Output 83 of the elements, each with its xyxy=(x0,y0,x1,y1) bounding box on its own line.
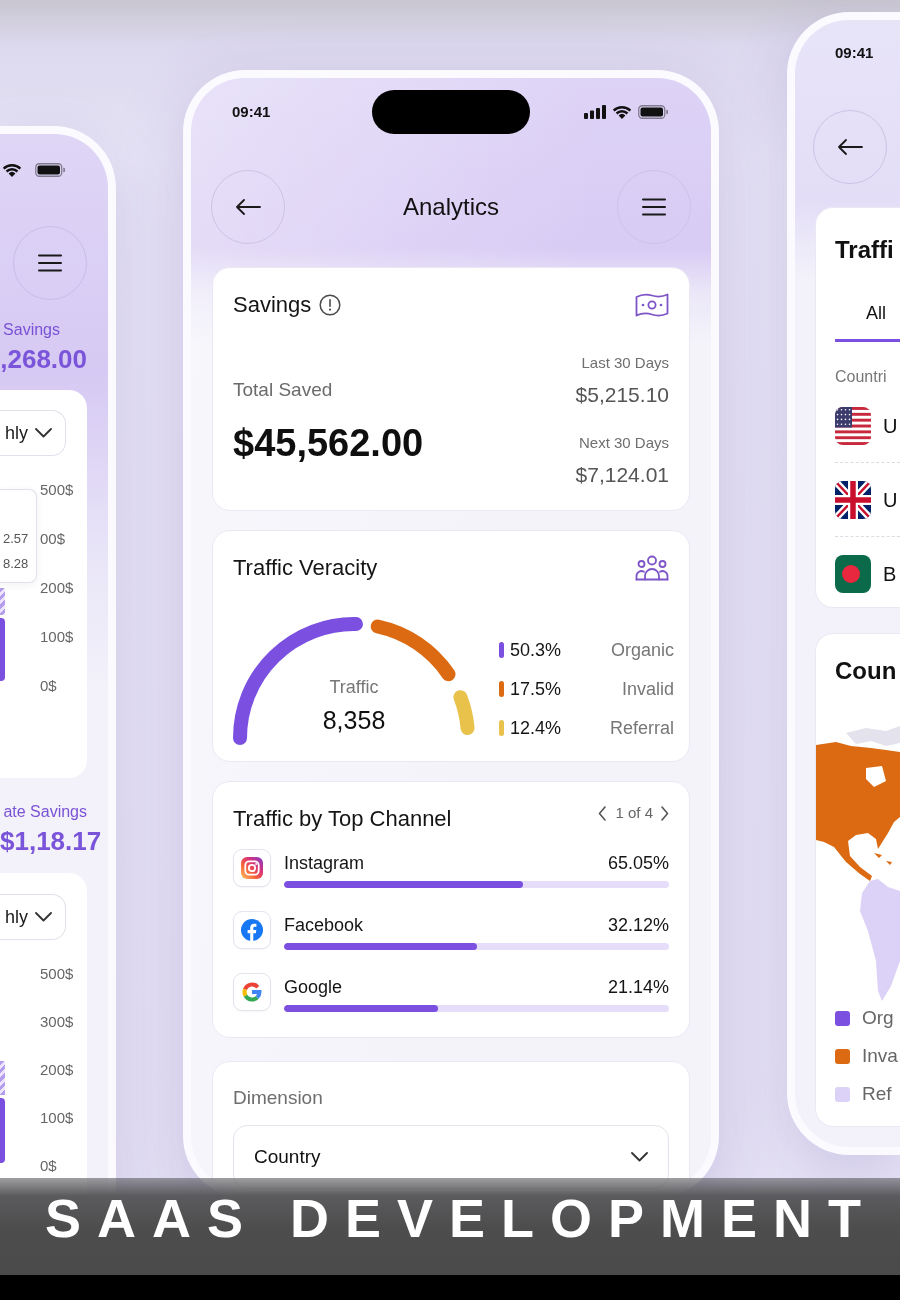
field-label: Dimension xyxy=(233,1086,324,1110)
axis-label: 100$ xyxy=(40,1109,74,1127)
legend-label: Organic xyxy=(610,639,674,662)
period-label: Last 30 Days xyxy=(581,353,669,373)
country-name: U xyxy=(883,414,898,439)
period-label: Next 30 Days xyxy=(578,433,669,453)
chevron-down-icon xyxy=(35,912,52,922)
period-amount: $7,124.01 xyxy=(575,462,669,488)
chart-bar xyxy=(0,618,5,681)
country-name: B xyxy=(883,562,897,587)
axis-label: 00$ xyxy=(40,530,66,548)
battery-icon xyxy=(638,105,668,119)
menu-icon xyxy=(642,198,666,216)
tooltip-value: 8.28 xyxy=(3,556,29,572)
channel-name: Facebook xyxy=(284,914,364,937)
amount-value: ,268.00 xyxy=(0,343,88,375)
axis-label: 0$ xyxy=(40,677,57,695)
channel-percent: 32.12% xyxy=(607,914,669,937)
card-title: Savings xyxy=(233,291,312,319)
period-dropdown[interactable]: hly xyxy=(0,410,66,456)
users-icon xyxy=(635,555,669,581)
card-title: Traffic by Top Channel xyxy=(233,805,452,833)
hatched-bar xyxy=(0,588,5,615)
axis-label: 500$ xyxy=(40,965,74,983)
axis-label: 500$ xyxy=(40,481,74,499)
us-flag-icon xyxy=(835,407,871,445)
chevron-down-icon xyxy=(35,428,52,438)
total-amount: $45,562.00 xyxy=(233,421,424,465)
channel-percent: 21.14% xyxy=(607,976,669,999)
menu-icon xyxy=(38,254,62,272)
card-title: Traffic Veracity xyxy=(233,554,378,582)
legend-label: Referral xyxy=(609,717,674,740)
legend-percent: 50.3% xyxy=(510,639,562,662)
wifi-icon xyxy=(612,105,632,119)
banknote-icon xyxy=(635,292,669,318)
instagram-icon xyxy=(233,849,271,887)
card-title: Coun xyxy=(835,656,898,686)
channel-name: Google xyxy=(284,976,343,999)
total-label: Total Saved xyxy=(233,378,333,402)
axis-label: 200$ xyxy=(40,1061,74,1079)
legend-percent: 12.4% xyxy=(510,717,562,740)
card-title: Traffi xyxy=(835,235,895,265)
legend-label: Inva xyxy=(862,1044,898,1068)
tooltip-value: 2.57 xyxy=(3,531,29,547)
tab[interactable]: All xyxy=(835,301,900,342)
chevron-down-icon xyxy=(631,1152,648,1162)
country-name: U xyxy=(883,488,898,513)
battery-icon xyxy=(35,163,65,177)
gauge-label: Traffic xyxy=(329,676,379,699)
facebook-icon xyxy=(233,911,271,949)
legend-label: Ref xyxy=(862,1082,892,1106)
column-label: Countri xyxy=(835,367,888,387)
period-dropdown[interactable]: hly xyxy=(0,894,66,940)
hatched-bar xyxy=(0,1061,5,1095)
legend-label: Invalid xyxy=(621,678,674,701)
legend-percent: 17.5% xyxy=(510,678,562,701)
axis-label: 300$ xyxy=(40,1013,74,1031)
page-indicator: 1 of 4 xyxy=(615,803,653,823)
axis-label: 100$ xyxy=(40,628,74,646)
gauge-value: 8,358 xyxy=(322,705,386,735)
google-icon xyxy=(233,973,271,1011)
legend-label: Org xyxy=(862,1006,894,1030)
chevron-right-icon[interactable] xyxy=(661,805,669,821)
banner-title: SAAS DEVELOPMENT xyxy=(45,1188,878,1248)
chevron-left-icon[interactable] xyxy=(598,805,608,821)
wifi-icon xyxy=(2,163,22,177)
channel-name: Instagram xyxy=(284,852,365,875)
section-label: ate Savings xyxy=(2,802,88,822)
uk-flag-icon xyxy=(835,481,871,519)
screen-title: Analytics xyxy=(402,192,499,222)
period-amount: $5,215.10 xyxy=(575,382,669,408)
status-time: 09:41 xyxy=(835,43,874,63)
channel-percent: 65.05% xyxy=(607,852,669,875)
status-time: 09:41 xyxy=(232,102,271,122)
axis-label: 200$ xyxy=(40,579,74,597)
signal-icon xyxy=(584,105,606,119)
chart-bar xyxy=(0,1098,5,1163)
section-label: Savings xyxy=(2,320,61,340)
bangladesh-flag-icon xyxy=(835,555,871,593)
amount-value: $1,18.17 xyxy=(0,825,103,857)
gauge-arc xyxy=(453,690,475,736)
axis-label: 0$ xyxy=(40,1157,57,1175)
info-icon xyxy=(319,294,342,316)
